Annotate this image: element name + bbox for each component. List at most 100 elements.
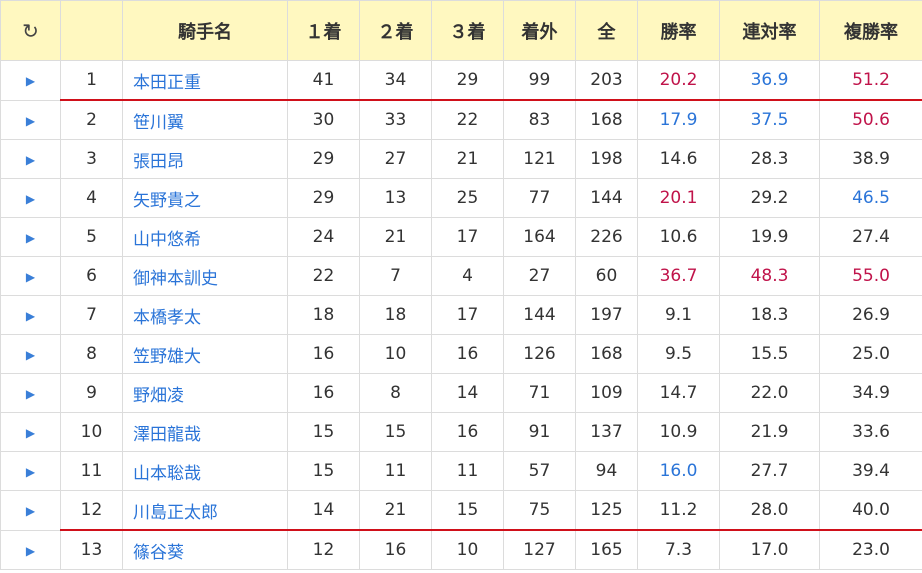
win-rate-cell: 14.6 bbox=[637, 139, 720, 179]
jockey-name-link[interactable]: 笠野雄大 bbox=[133, 347, 201, 367]
play-icon[interactable]: ▶ bbox=[26, 270, 35, 284]
jockey-name-link[interactable]: 山中悠希 bbox=[133, 230, 201, 250]
total-cell: 94 bbox=[575, 451, 638, 491]
play-icon[interactable]: ▶ bbox=[26, 309, 35, 323]
rank-cell: 2 bbox=[60, 99, 123, 140]
total-cell: 198 bbox=[575, 139, 638, 179]
jockey-name-link[interactable]: 御神本訓史 bbox=[133, 269, 218, 289]
table-row: ▶ 3 張田昂 29 27 21 121 198 14.6 28.3 38.9 bbox=[0, 139, 922, 179]
total-cell: 109 bbox=[575, 373, 638, 413]
expand-cell[interactable]: ▶ bbox=[0, 412, 61, 452]
show-rate-cell: 55.0 bbox=[819, 256, 922, 296]
jockey-name-link[interactable]: 篠谷葵 bbox=[133, 543, 184, 563]
play-icon[interactable]: ▶ bbox=[26, 348, 35, 362]
first-place-header[interactable]: １着 bbox=[287, 0, 360, 61]
play-icon[interactable]: ▶ bbox=[26, 465, 35, 479]
first-place-cell: 12 bbox=[287, 529, 360, 570]
place-rate-cell: 29.2 bbox=[719, 178, 820, 218]
place-rate-cell: 21.9 bbox=[719, 412, 820, 452]
refresh-icon[interactable]: ↻ bbox=[22, 19, 39, 43]
expand-cell[interactable]: ▶ bbox=[0, 99, 61, 140]
play-icon[interactable]: ▶ bbox=[26, 544, 35, 558]
first-place-cell: 22 bbox=[287, 256, 360, 296]
third-place-cell: 10 bbox=[431, 529, 504, 570]
show-rate-cell: 34.9 bbox=[819, 373, 922, 413]
jockey-name-cell: 澤田龍哉 bbox=[122, 412, 288, 452]
play-icon[interactable]: ▶ bbox=[26, 387, 35, 401]
rank-cell: 11 bbox=[60, 451, 123, 491]
header-row: ↻ 騎手名 １着 ２着 ３着 着外 全 勝率 連対率 複勝率 bbox=[0, 0, 922, 61]
third-place-cell: 21 bbox=[431, 139, 504, 179]
second-place-header[interactable]: ２着 bbox=[359, 0, 432, 61]
place-rate-cell: 19.9 bbox=[719, 217, 820, 257]
second-place-cell: 27 bbox=[359, 139, 432, 179]
win-rate-cell: 20.1 bbox=[637, 178, 720, 218]
expand-cell[interactable]: ▶ bbox=[0, 334, 61, 374]
win-rate-cell: 36.7 bbox=[637, 256, 720, 296]
table-row: ▶ 10 澤田龍哉 15 15 16 91 137 10.9 21.9 33.6 bbox=[0, 412, 922, 452]
jockey-name-link[interactable]: 山本聡哉 bbox=[133, 464, 201, 484]
play-icon[interactable]: ▶ bbox=[26, 504, 35, 518]
show-rate-header[interactable]: 複勝率 bbox=[819, 0, 922, 61]
rank-cell: 13 bbox=[60, 529, 123, 570]
win-rate-cell: 11.2 bbox=[637, 490, 720, 531]
expand-cell[interactable]: ▶ bbox=[0, 490, 61, 531]
total-cell: 144 bbox=[575, 178, 638, 218]
rank-cell: 8 bbox=[60, 334, 123, 374]
jockey-name-link[interactable]: 張田昂 bbox=[133, 152, 184, 172]
out-of-place-header[interactable]: 着外 bbox=[503, 0, 576, 61]
jockey-name-header[interactable]: 騎手名 bbox=[122, 0, 288, 61]
play-icon[interactable]: ▶ bbox=[26, 192, 35, 206]
third-place-header[interactable]: ３着 bbox=[431, 0, 504, 61]
jockey-name-link[interactable]: 本橋孝太 bbox=[133, 308, 201, 328]
play-icon[interactable]: ▶ bbox=[26, 114, 35, 128]
third-place-cell: 4 bbox=[431, 256, 504, 296]
expand-cell[interactable]: ▶ bbox=[0, 529, 61, 570]
expand-cell[interactable]: ▶ bbox=[0, 60, 61, 101]
play-icon[interactable]: ▶ bbox=[26, 231, 35, 245]
first-place-cell: 16 bbox=[287, 373, 360, 413]
second-place-cell: 11 bbox=[359, 451, 432, 491]
jockey-name-link[interactable]: 本田正重 bbox=[133, 73, 201, 93]
total-cell: 226 bbox=[575, 217, 638, 257]
rank-cell: 4 bbox=[60, 178, 123, 218]
table-row: ▶ 13 篠谷葵 12 16 10 127 165 7.3 17.0 23.0 bbox=[0, 529, 922, 570]
place-rate-cell: 22.0 bbox=[719, 373, 820, 413]
out-of-place-cell: 121 bbox=[503, 139, 576, 179]
expand-cell[interactable]: ▶ bbox=[0, 256, 61, 296]
jockey-name-link[interactable]: 矢野貴之 bbox=[133, 191, 201, 211]
out-of-place-cell: 27 bbox=[503, 256, 576, 296]
expand-cell[interactable]: ▶ bbox=[0, 217, 61, 257]
out-of-place-cell: 164 bbox=[503, 217, 576, 257]
place-rate-cell: 18.3 bbox=[719, 295, 820, 335]
total-cell: 125 bbox=[575, 490, 638, 531]
expand-cell[interactable]: ▶ bbox=[0, 139, 61, 179]
refresh-button[interactable]: ↻ bbox=[0, 0, 61, 61]
total-cell: 168 bbox=[575, 99, 638, 140]
out-of-place-cell: 126 bbox=[503, 334, 576, 374]
out-of-place-cell: 75 bbox=[503, 490, 576, 531]
rank-cell: 6 bbox=[60, 256, 123, 296]
total-header[interactable]: 全 bbox=[575, 0, 638, 61]
jockey-name-link[interactable]: 川島正太郎 bbox=[133, 503, 218, 523]
jockey-name-link[interactable]: 澤田龍哉 bbox=[133, 425, 201, 445]
expand-cell[interactable]: ▶ bbox=[0, 451, 61, 491]
jockey-name-link[interactable]: 笹川翼 bbox=[133, 113, 184, 133]
play-icon[interactable]: ▶ bbox=[26, 74, 35, 88]
expand-cell[interactable]: ▶ bbox=[0, 295, 61, 335]
second-place-cell: 7 bbox=[359, 256, 432, 296]
total-cell: 197 bbox=[575, 295, 638, 335]
table-row: ▶ 7 本橋孝太 18 18 17 144 197 9.1 18.3 26.9 bbox=[0, 295, 922, 335]
jockey-name-link[interactable]: 野畑凌 bbox=[133, 386, 184, 406]
win-rate-cell: 16.0 bbox=[637, 451, 720, 491]
place-rate-header[interactable]: 連対率 bbox=[719, 0, 820, 61]
show-rate-cell: 23.0 bbox=[819, 529, 922, 570]
play-icon[interactable]: ▶ bbox=[26, 426, 35, 440]
jockey-name-cell: 笠野雄大 bbox=[122, 334, 288, 374]
expand-cell[interactable]: ▶ bbox=[0, 373, 61, 413]
third-place-cell: 14 bbox=[431, 373, 504, 413]
expand-cell[interactable]: ▶ bbox=[0, 178, 61, 218]
first-place-cell: 15 bbox=[287, 412, 360, 452]
win-rate-header[interactable]: 勝率 bbox=[637, 0, 720, 61]
play-icon[interactable]: ▶ bbox=[26, 153, 35, 167]
